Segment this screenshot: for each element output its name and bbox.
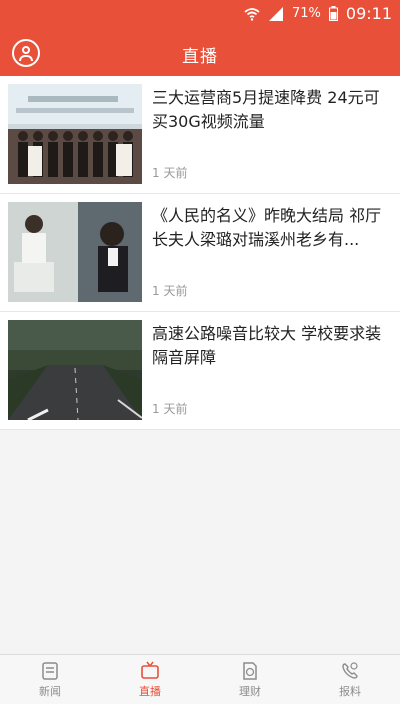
bottom-nav: 新闻 直播 理财 报料 (0, 654, 400, 704)
phone-report-icon (342, 661, 358, 679)
list-item[interactable]: 《人民的名义》昨晚大结局 祁厅长夫人梁璐对瑞溪州老乡有... 1 天前 (0, 194, 400, 312)
tab-finance-label: 理财 (239, 684, 261, 698)
battery-percent: 71% (291, 6, 321, 21)
news-title[interactable]: 《人民的名义》昨晚大结局 祁厅长夫人梁璐对瑞溪州老乡有... (152, 204, 390, 252)
news-time: 1 天前 (152, 166, 188, 180)
list-item[interactable]: 三大运营商5月提速降费 24元可买30G视频流量 1 天前 (0, 76, 400, 194)
list-item[interactable]: 高速公路噪音比较大 学校要求装隔音屏障 1 天前 (0, 312, 400, 430)
finance-icon (243, 661, 257, 680)
live-tv-icon (141, 661, 159, 679)
app-header: 直播 (0, 30, 400, 76)
tab-live-label: 直播 (139, 684, 161, 698)
news-time: 1 天前 (152, 284, 188, 298)
news-title[interactable]: 高速公路噪音比较大 学校要求装隔音屏障 (152, 322, 390, 370)
tab-news[interactable]: 新闻 (0, 655, 100, 704)
tab-news-label: 新闻 (39, 684, 61, 698)
page-title: 直播 (182, 47, 218, 67)
news-time: 1 天前 (152, 402, 188, 416)
signal-icon (268, 6, 283, 21)
news-title[interactable]: 三大运营商5月提速降费 24元可买30G视频流量 (152, 86, 390, 134)
status-bar: 71% 09:11 (0, 0, 400, 30)
news-list: 三大运营商5月提速降费 24元可买30G视频流量 1 天前 《人民的名义》昨晚大… (0, 76, 400, 430)
clock: 09:11 (345, 4, 392, 23)
news-thumbnail (8, 84, 142, 184)
news-thumbnail (8, 202, 142, 302)
wifi-icon (244, 7, 260, 21)
tab-live[interactable]: 直播 (100, 655, 200, 704)
news-thumbnail (8, 320, 142, 420)
tab-report[interactable]: 报料 (300, 655, 400, 704)
tab-finance[interactable]: 理财 (200, 655, 300, 704)
tab-report-label: 报料 (339, 684, 361, 698)
battery-icon (328, 6, 338, 21)
news-icon (42, 661, 58, 680)
